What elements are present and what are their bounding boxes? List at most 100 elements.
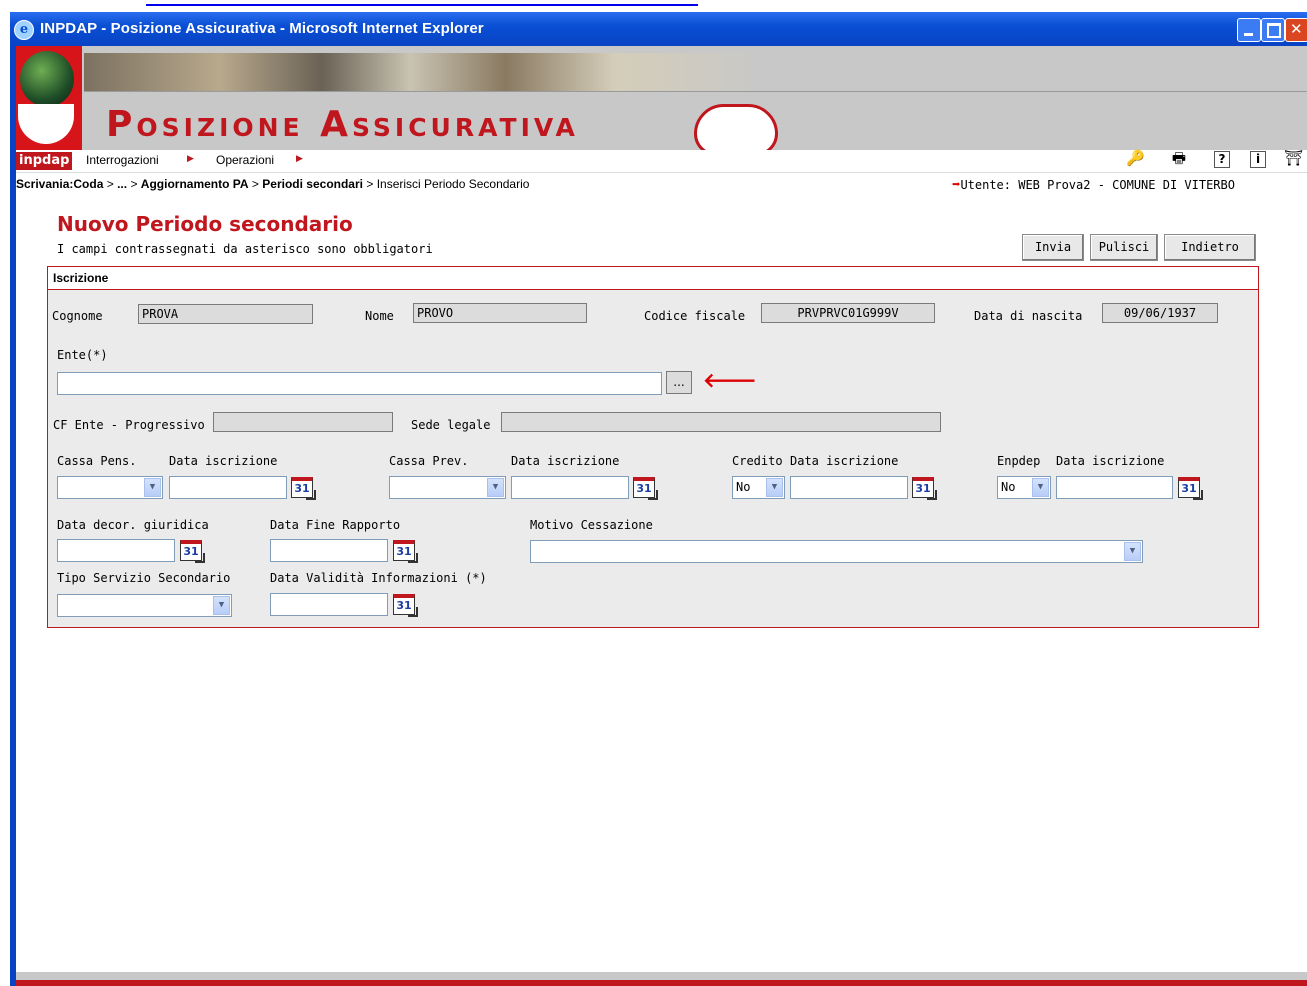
breadcrumb-aggiornamento[interactable]: Aggiornamento PA: [141, 177, 249, 191]
top-link-underline: [146, 0, 698, 6]
chevron-down-icon: ▼: [213, 596, 230, 615]
iscrizione-panel: Iscrizione Cognome PROVA Nome PROVO Codi…: [47, 266, 1259, 628]
codice-fiscale-field: PRVPRVC01G999V: [761, 303, 935, 323]
cassa-prev-data-label: Data iscrizione: [511, 454, 620, 468]
chevron-right-icon: ▶: [296, 154, 303, 164]
menu-interrogazioni[interactable]: Interrogazioni: [86, 153, 159, 167]
calendar-icon[interactable]: 31: [633, 475, 659, 500]
inpdap-logo: [16, 46, 82, 150]
data-decor-input[interactable]: [57, 539, 175, 562]
chevron-down-icon: ▼: [144, 478, 161, 497]
ie-icon: e: [14, 20, 34, 40]
data-nascita-label: Data di nascita: [974, 309, 1083, 323]
breadcrumb-separator: >: [106, 177, 114, 191]
tipo-servizio-select[interactable]: ▼: [57, 594, 232, 617]
motivo-select[interactable]: ▼: [530, 540, 1143, 563]
credito-select[interactable]: No ▼: [732, 476, 785, 499]
globe-icon: [20, 51, 74, 107]
codice-fiscale-label: Codice fiscale: [644, 309, 746, 323]
chevron-right-icon: ▶: [187, 154, 194, 164]
banner: Posizione Assicurativa: [16, 46, 1307, 156]
footer-bar: [16, 980, 1307, 986]
help-icon[interactable]: ?: [1214, 151, 1230, 168]
cognome-field: PROVA: [138, 304, 313, 324]
printer-icon[interactable]: 🖶: [1170, 148, 1188, 168]
credito-data-label: Data iscrizione: [790, 454, 899, 468]
chevron-down-icon: ▼: [766, 478, 783, 497]
motivo-label: Motivo Cessazione: [530, 518, 653, 532]
cassa-prev-date-input[interactable]: [511, 476, 629, 499]
credito-value: No: [736, 480, 751, 494]
calendar-icon[interactable]: 31: [291, 475, 317, 500]
enpdep-value: No: [1001, 480, 1016, 494]
calendar-icon[interactable]: 31: [1178, 475, 1204, 500]
chevron-down-icon: ▼: [487, 478, 504, 497]
cassa-pens-label: Cassa Pens.: [57, 454, 137, 468]
exit-icon[interactable]: ⛩: [1284, 148, 1303, 168]
credito-date-input[interactable]: [790, 476, 908, 499]
data-fine-label: Data Fine Rapporto: [270, 518, 401, 532]
page-title: Nuovo Periodo secondario: [57, 212, 353, 236]
breadcrumb-periodi[interactable]: Periodi secondari: [262, 177, 363, 191]
breadcrumb-separator: >: [251, 177, 259, 191]
data-validita-label: Data Validità Informazioni (*): [270, 571, 487, 585]
cassa-prev-select[interactable]: ▼: [389, 476, 506, 499]
user-info: ➡Utente: WEB Prova2 - COMUNE DI VITERBO: [952, 177, 1235, 193]
close-button[interactable]: [1285, 18, 1307, 42]
nome-label: Nome: [365, 309, 394, 323]
sede-legale-label: Sede legale: [411, 418, 491, 432]
enpdep-date-input[interactable]: [1056, 476, 1173, 499]
cf-ente-label: CF Ente - Progressivo: [53, 418, 205, 432]
breadcrumb-separator: >: [130, 177, 138, 191]
breadcrumb-scrivania[interactable]: Scrivania:Coda: [16, 177, 103, 191]
cognome-label: Cognome: [52, 309, 103, 323]
chevron-down-icon: ▼: [1124, 542, 1141, 561]
breadcrumb: Scrivania:Coda > ... > Aggiornamento PA …: [16, 177, 529, 191]
menu-operazioni[interactable]: Operazioni: [216, 153, 274, 167]
section-title: Iscrizione: [53, 271, 109, 285]
cf-ente-field: [213, 412, 393, 432]
status-bar: [16, 972, 1307, 980]
breadcrumb-ellipsis[interactable]: ...: [117, 177, 127, 191]
user-label: Utente: WEB Prova2 - COMUNE DI VITERBO: [960, 178, 1235, 192]
banner-photo-strip: [84, 53, 764, 91]
nome-field: PROVO: [413, 303, 587, 323]
ente-input[interactable]: [57, 372, 662, 395]
maximize-button[interactable]: [1261, 18, 1285, 42]
invia-button[interactable]: Invia: [1022, 234, 1084, 261]
data-fine-input[interactable]: [270, 539, 388, 562]
cassa-pens-data-label: Data iscrizione: [169, 454, 278, 468]
calendar-icon[interactable]: 31: [393, 592, 419, 617]
sede-legale-field: [501, 412, 941, 432]
breadcrumb-current: Inserisci Periodo Secondario: [376, 177, 530, 191]
calendar-icon[interactable]: 31: [393, 538, 419, 563]
window-titlebar: e INPDAP - Posizione Assicurativa - Micr…: [10, 12, 1307, 46]
enpdep-label: Enpdep: [997, 454, 1041, 468]
minimize-button[interactable]: [1237, 18, 1261, 42]
cassa-pens-date-input[interactable]: [169, 476, 287, 499]
ente-lookup-button[interactable]: ...: [666, 371, 692, 394]
info-icon[interactable]: i: [1250, 151, 1266, 168]
required-note: I campi contrassegnati da asterisco sono…: [57, 242, 433, 256]
inpdap-logo-text: inpdap: [16, 152, 73, 170]
logo-arc: [18, 104, 74, 144]
cassa-prev-label: Cassa Prev.: [389, 454, 469, 468]
window-title: INPDAP - Posizione Assicurativa - Micros…: [40, 20, 484, 37]
key-icon[interactable]: 🔑: [1126, 148, 1145, 168]
cassa-pens-select[interactable]: ▼: [57, 476, 163, 499]
arrow-left-icon: 🡐: [703, 368, 757, 392]
brand-title: Posizione Assicurativa: [106, 104, 579, 145]
breadcrumb-separator: >: [366, 177, 374, 191]
data-nascita-field: 09/06/1937: [1102, 303, 1218, 323]
data-validita-input[interactable]: [270, 593, 388, 616]
menu-bar: inpdap Interrogazioni ▶ Operazioni ▶: [16, 150, 1307, 173]
chevron-down-icon: ▼: [1032, 478, 1049, 497]
ente-label: Ente(*): [57, 348, 108, 362]
calendar-icon[interactable]: 31: [912, 475, 938, 500]
enpdep-select[interactable]: No ▼: [997, 476, 1051, 499]
indietro-button[interactable]: Indietro: [1164, 234, 1256, 261]
section-header: Iscrizione: [48, 267, 1258, 290]
calendar-icon[interactable]: 31: [180, 538, 206, 563]
pulisci-button[interactable]: Pulisci: [1090, 234, 1158, 261]
piggy-bank-icon: [694, 104, 778, 156]
